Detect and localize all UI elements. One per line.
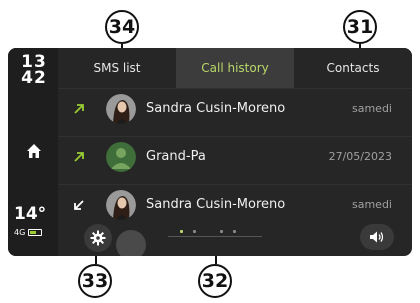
contact-name: Sandra Cusin-Moreno (146, 101, 286, 116)
page-scroll-track (168, 236, 262, 237)
incoming-call-arrow-icon (74, 199, 84, 210)
clock: 13 42 (18, 54, 50, 88)
page-dot (193, 230, 196, 233)
phone-tabs: SMS list Call history Contacts (58, 48, 412, 88)
partial-list-item-avatar (116, 230, 146, 256)
contact-name: Grand-Pa (146, 149, 206, 164)
call-date: samedi (352, 198, 392, 211)
call-row[interactable]: Grand-Pa 27/05/2023 (58, 136, 412, 176)
page-dot-active (180, 230, 183, 233)
contact-photo (106, 93, 136, 124)
home-icon[interactable] (25, 142, 43, 160)
contact-photo (106, 189, 136, 220)
callout-34: 34 (105, 10, 139, 44)
call-row[interactable]: Sandra Cusin-Moreno samedi (58, 88, 412, 128)
volume-button[interactable] (360, 224, 394, 250)
gear-icon (90, 230, 106, 246)
outgoing-call-arrow-icon (74, 103, 84, 114)
contact-placeholder-avatar (106, 141, 136, 172)
tab-call-history[interactable]: Call history (176, 48, 294, 88)
callout-33: 33 (78, 264, 112, 298)
page-dot (220, 230, 223, 233)
settings-button[interactable] (84, 224, 112, 252)
clock-minutes: 42 (21, 68, 47, 88)
tab-contacts[interactable]: Contacts (294, 48, 412, 88)
callout-32: 32 (198, 264, 232, 298)
call-date: samedi (352, 102, 392, 115)
contact-name: Sandra Cusin-Moreno (146, 197, 286, 212)
tab-sms-list[interactable]: SMS list (58, 48, 176, 88)
call-date: 27/05/2023 (328, 150, 392, 163)
call-row[interactable]: Sandra Cusin-Moreno samedi (58, 184, 412, 224)
speaker-icon (370, 231, 384, 243)
page-dot (233, 230, 236, 233)
infotainment-screen: 13 42 14° 4G SMS list Call history Conta… (8, 48, 412, 256)
callout-31: 31 (343, 10, 377, 44)
bottom-bar (8, 220, 412, 256)
page-indicator (180, 230, 236, 233)
outgoing-call-arrow-icon (74, 151, 84, 162)
